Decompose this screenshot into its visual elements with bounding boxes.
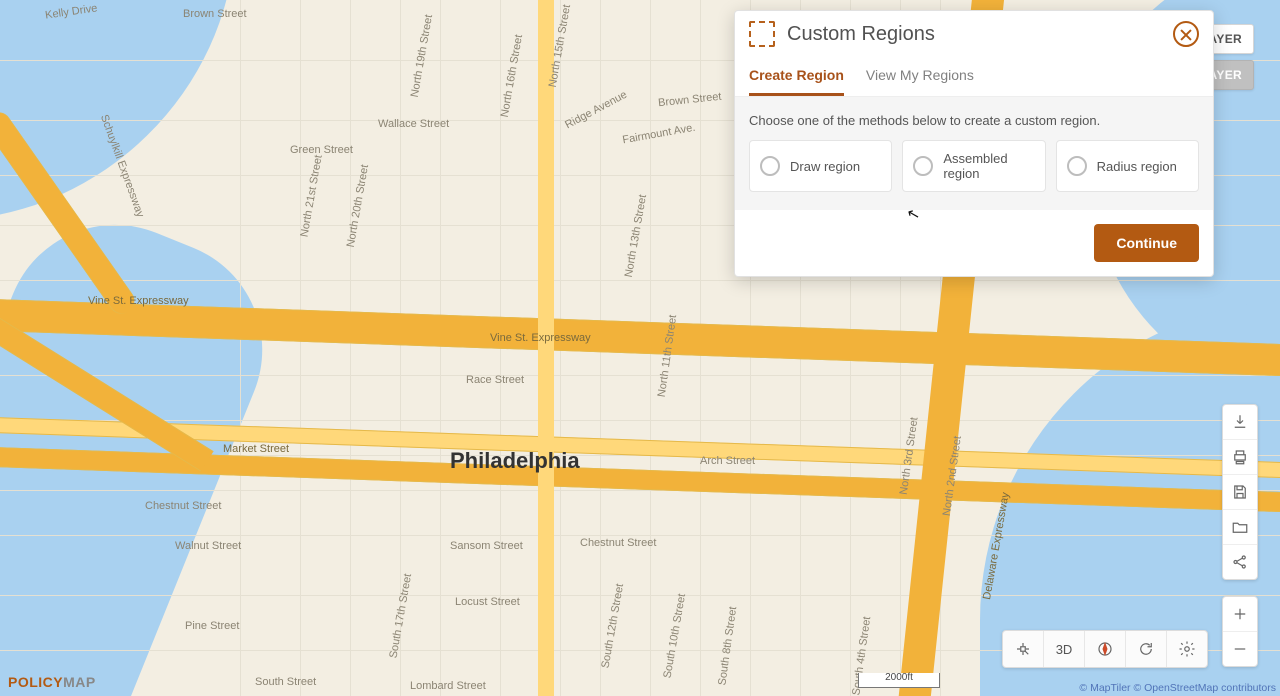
tab-create-region[interactable]: Create Region [749, 59, 844, 96]
3d-button[interactable]: 3D [1044, 631, 1085, 667]
option-assembled-region[interactable]: Assembled region [902, 140, 1045, 192]
broad-st [538, 0, 554, 696]
city-label: Philadelphia [450, 448, 580, 474]
save-icon[interactable] [1223, 475, 1257, 510]
option-label: Draw region [790, 159, 860, 174]
panel-instruction: Choose one of the methods below to creat… [749, 113, 1199, 128]
option-label: Assembled region [943, 151, 1034, 181]
radio-icon [913, 156, 933, 176]
street-pine: Pine Street [185, 620, 239, 632]
folder-icon[interactable] [1223, 510, 1257, 545]
water-schuylkill-2 [0, 192, 295, 696]
panel-tabs: Create Region View My Regions [735, 53, 1213, 97]
street-brown2: Brown Street [658, 91, 722, 110]
street-n13: North 13th Street [623, 194, 649, 279]
map-scale: 2000ft [858, 673, 940, 688]
street-n20: North 20th Street [345, 164, 371, 249]
right-tools-upper [1222, 404, 1258, 580]
radio-icon [760, 156, 780, 176]
street-s10: South 10th Street [661, 593, 688, 679]
refresh-icon[interactable] [1126, 631, 1167, 667]
map-attribution[interactable]: © MapTiler © OpenStreetMap contributors [1079, 682, 1276, 694]
street-n16: North 16th Street [499, 34, 525, 119]
select-cursor-icon[interactable] [1003, 631, 1044, 667]
street-fairmount: Fairmount Ave. [622, 122, 697, 147]
bottom-toolbar: 3D [1002, 630, 1208, 668]
street-market: Market Street [223, 443, 289, 455]
policymap-logo: POLICYMAP [8, 674, 96, 690]
custom-regions-panel: Custom Regions Create Region View My Reg… [734, 10, 1214, 277]
tab-view-my-regions[interactable]: View My Regions [866, 59, 974, 96]
street-ridge: Ridge Avenue [563, 89, 629, 132]
compass-icon[interactable] [1085, 631, 1126, 667]
share-icon[interactable] [1223, 545, 1257, 579]
street-s8: South 8th Street [716, 606, 739, 686]
option-radius-region[interactable]: Radius region [1056, 140, 1199, 192]
close-icon[interactable] [1173, 21, 1199, 47]
gear-icon[interactable] [1167, 631, 1207, 667]
zoom-tools [1222, 596, 1258, 667]
print-icon[interactable] [1223, 440, 1257, 475]
street-locust: Locust Street [455, 596, 520, 608]
option-label: Radius region [1097, 159, 1177, 174]
panel-title: Custom Regions [787, 23, 1173, 46]
street-sansom: Sansom Street [450, 540, 523, 552]
street-n19: North 19th Street [409, 14, 435, 99]
download-icon[interactable] [1223, 405, 1257, 440]
radio-icon [1067, 156, 1087, 176]
street-lombard: Lombard Street [410, 680, 486, 692]
continue-button[interactable]: Continue [1094, 224, 1199, 262]
street-south: South Street [255, 676, 316, 688]
zoom-out-button[interactable] [1223, 632, 1257, 666]
option-draw-region[interactable]: Draw region [749, 140, 892, 192]
custom-region-icon [749, 21, 775, 47]
street-chestnut2: Chestnut Street [580, 537, 656, 549]
zoom-in-button[interactable] [1223, 597, 1257, 632]
